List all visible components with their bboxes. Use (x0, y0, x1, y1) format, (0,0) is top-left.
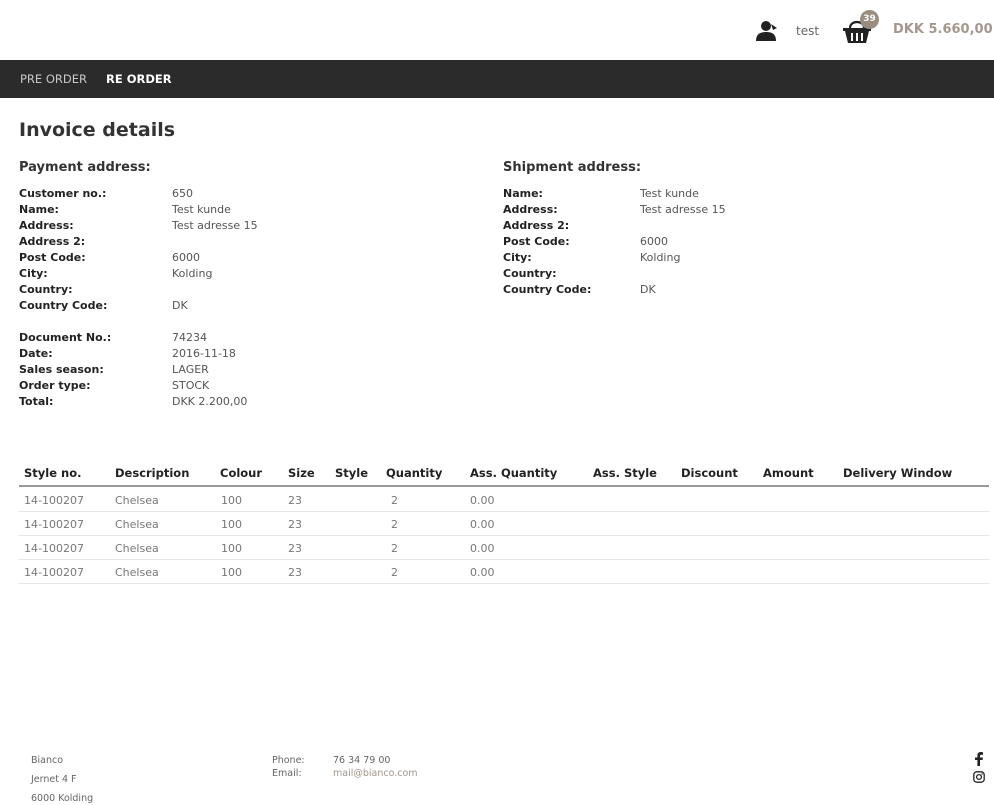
column-header: Style no. (24, 466, 82, 480)
column-header: Colour (220, 466, 263, 480)
cell-size: 23 (288, 494, 302, 507)
info-label: Document No.: (19, 331, 112, 344)
footer-company: Bianco (31, 755, 64, 766)
info-label: Post Code: (503, 235, 570, 248)
cell-quantity: 2 (391, 518, 398, 531)
user-name-link[interactable]: test (796, 24, 819, 38)
page-title: Invoice details (19, 119, 176, 141)
info-label: Customer no.: (19, 187, 107, 200)
info-label: Country Code: (19, 299, 108, 312)
info-label: Name: (19, 203, 59, 216)
cell-ass-quantity: 0.00 (470, 566, 495, 579)
info-label: Name: (503, 187, 543, 200)
cell-ass-quantity: 0.00 (470, 542, 495, 555)
cell-style-no: 14-100207 (24, 494, 84, 507)
cart-count-badge: 39 (860, 10, 879, 29)
cell-ass-quantity: 0.00 (470, 494, 495, 507)
column-header: Ass. Quantity (470, 466, 558, 480)
table-row: 14-100207 Chelsea 100 23 2 0.00 (19, 536, 989, 560)
info-value: Test kunde (640, 187, 699, 200)
nav-re-order[interactable]: RE ORDER (106, 72, 172, 86)
nav-pre-order[interactable]: PRE ORDER (20, 72, 87, 86)
instagram-icon[interactable] (973, 771, 985, 786)
info-value: Test adresse 15 (640, 203, 726, 216)
info-value: 2016-11-18 (172, 347, 236, 360)
column-header: Discount (681, 466, 738, 480)
info-label: Order type: (19, 379, 91, 392)
info-label: Address: (19, 219, 74, 232)
info-value: DK (172, 299, 188, 312)
column-header: Quantity (386, 466, 443, 480)
column-header: Style (335, 466, 369, 480)
info-label: Address: (503, 203, 558, 216)
cell-style-no: 14-100207 (24, 566, 84, 579)
cell-colour: 100 (221, 542, 242, 555)
info-label: Country: (503, 267, 557, 280)
info-label: Sales season: (19, 363, 104, 376)
info-label: Address 2: (503, 219, 570, 232)
cell-colour: 100 (221, 518, 242, 531)
table-header-divider (19, 485, 989, 487)
info-value: 6000 (640, 235, 668, 248)
footer-street: Jernet 4 F (31, 774, 77, 785)
info-value: 650 (172, 187, 193, 200)
cart-total[interactable]: DKK 5.660,00 (893, 22, 993, 37)
column-header: Amount (763, 466, 814, 480)
cell-description: Chelsea (115, 518, 159, 531)
user-icon[interactable] (755, 20, 779, 42)
cell-ass-quantity: 0.00 (470, 518, 495, 531)
cell-description: Chelsea (115, 542, 159, 555)
info-value: DKK 2.200,00 (172, 395, 248, 408)
cell-quantity: 2 (391, 566, 398, 579)
cell-quantity: 2 (391, 542, 398, 555)
shipment-address-title: Shipment address: (503, 160, 642, 175)
cell-description: Chelsea (115, 494, 159, 507)
info-value: DK (640, 283, 656, 296)
cell-colour: 100 (221, 566, 242, 579)
facebook-icon[interactable] (975, 752, 983, 769)
cell-quantity: 2 (391, 494, 398, 507)
info-value: Test kunde (172, 203, 231, 216)
cell-colour: 100 (221, 494, 242, 507)
footer-phone-label: Phone: (272, 755, 305, 766)
main-nav: PRE ORDER RE ORDER (0, 60, 994, 98)
column-header: Ass. Style (593, 466, 657, 480)
info-label: Total: (19, 395, 54, 408)
info-label: Country: (19, 283, 73, 296)
footer-email-link[interactable]: mail@bianco.com (333, 768, 418, 779)
table-row: 14-100207 Chelsea 100 23 2 0.00 (19, 488, 989, 512)
footer-email-label: Email: (272, 768, 302, 779)
info-label: Country Code: (503, 283, 592, 296)
info-value: Kolding (172, 267, 213, 280)
info-value: Kolding (640, 251, 681, 264)
column-header: Delivery Window (843, 466, 953, 480)
table-row: 14-100207 Chelsea 100 23 2 0.00 (19, 560, 989, 584)
cell-description: Chelsea (115, 566, 159, 579)
footer-city: 6000 Kolding (31, 793, 94, 804)
info-label: City: (19, 267, 48, 280)
info-value: STOCK (172, 379, 210, 392)
cell-style-no: 14-100207 (24, 518, 84, 531)
info-label: Address 2: (19, 235, 86, 248)
info-label: Post Code: (19, 251, 86, 264)
cell-style-no: 14-100207 (24, 542, 84, 555)
cell-size: 23 (288, 566, 302, 579)
cell-size: 23 (288, 518, 302, 531)
footer-phone: 76 34 79 00 (333, 755, 391, 766)
info-value: Test adresse 15 (172, 219, 258, 232)
info-value: LAGER (172, 363, 209, 376)
info-label: Date: (19, 347, 53, 360)
column-header: Size (288, 466, 315, 480)
cell-size: 23 (288, 542, 302, 555)
info-label: City: (503, 251, 532, 264)
info-value: 6000 (172, 251, 200, 264)
info-value: 74234 (172, 331, 207, 344)
table-row: 14-100207 Chelsea 100 23 2 0.00 (19, 512, 989, 536)
column-header: Description (115, 466, 190, 480)
payment-address-title: Payment address: (19, 160, 151, 175)
top-bar: test 39 DKK 5.660,00 (0, 0, 994, 60)
